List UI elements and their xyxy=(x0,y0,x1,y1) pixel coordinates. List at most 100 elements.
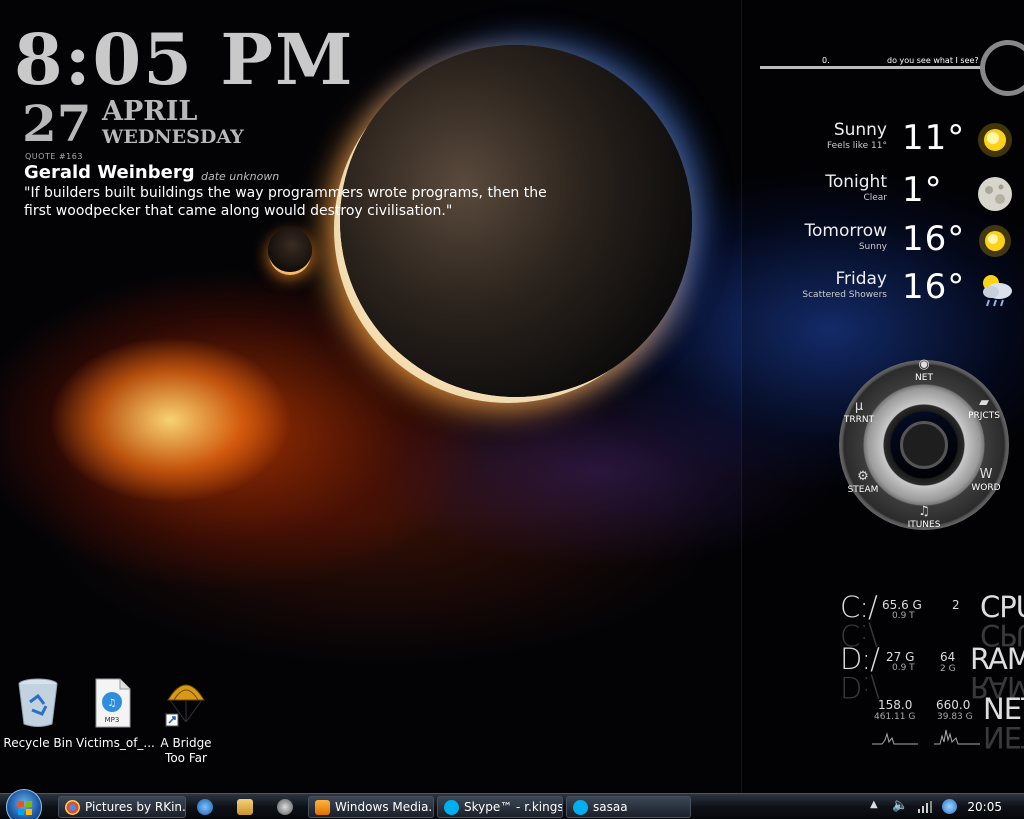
moon-icon xyxy=(978,177,1012,211)
d-drive-used: 27 G xyxy=(886,650,915,664)
windows-logo-icon xyxy=(18,801,32,815)
start-button[interactable] xyxy=(6,789,42,819)
visualizer-value: 0. xyxy=(822,56,830,65)
desktop-icon-label: A Bridge Too Far xyxy=(160,736,212,765)
launcher-word-button[interactable]: W WORD xyxy=(964,468,1008,494)
launcher-torrent-button[interactable]: µ TRRNT xyxy=(837,399,881,426)
launcher-torrent-label: TRRNT xyxy=(843,415,875,425)
weather-condition: Sunny xyxy=(833,120,887,140)
quote-text: "If builders built buildings the way pro… xyxy=(24,185,547,219)
visualizer-bar xyxy=(760,66,982,69)
mp3-file-icon: ♫ MP3 xyxy=(95,678,131,728)
explorer-quicklaunch-icon[interactable] xyxy=(237,799,253,815)
taskbar-button-label: Windows Media... xyxy=(335,800,434,814)
steam-icon: ⚙ xyxy=(857,469,869,484)
network-signal-icon[interactable] xyxy=(918,801,932,813)
svg-text:MP3: MP3 xyxy=(105,716,120,724)
weather-detail: Sunny xyxy=(858,242,887,252)
cpu-usage: 2 xyxy=(952,598,960,612)
clock-day: 27 xyxy=(22,94,92,153)
c-drive-used: 65.6 G xyxy=(882,598,922,612)
parachute-shortcut-icon xyxy=(165,684,205,727)
desktop-icon-recycle-bin[interactable]: Recycle Bin xyxy=(2,678,74,751)
weather-condition: Tomorrow xyxy=(804,221,887,241)
weather-temp: 11° xyxy=(902,118,966,158)
itunes-icon: ♫ xyxy=(918,504,930,519)
launcher-hub xyxy=(900,421,948,469)
show-hidden-icons-icon[interactable]: ▲ xyxy=(870,799,878,810)
system-tray: ▲ 🔈 20:05 xyxy=(862,794,1024,819)
desktop-icon-label: Victims_of_... xyxy=(76,736,155,750)
launcher-itunes-button[interactable]: ♫ ITUNES xyxy=(902,504,946,531)
visualizer-caption: do you see what I see? xyxy=(887,56,979,65)
taskbar-button-skype[interactable]: Skype™ - r.kings... xyxy=(437,796,563,818)
chrome-icon xyxy=(65,800,80,815)
weather-detail: Scattered Showers xyxy=(802,290,887,300)
taskbar-button-label: sasaa xyxy=(593,800,628,814)
weather-detail: Feels like 11° xyxy=(826,141,887,151)
quote-date: date unknown xyxy=(201,170,280,183)
launcher-steam-button[interactable]: ⚙ STEAM xyxy=(841,469,885,496)
launcher-itunes-label: ITUNES xyxy=(907,520,941,530)
taskbar: Pictures by RKin... Windows Media... Sky… xyxy=(0,789,1024,819)
globe-icon: ◉ xyxy=(918,357,930,372)
launcher-word-label: WORD xyxy=(971,483,1001,493)
net-download-graph xyxy=(872,732,918,745)
folder-icon: ▰ xyxy=(979,395,989,410)
desktop-icon-a-bridge-too-far[interactable]: A Bridge Too Far xyxy=(150,678,222,766)
showers-icon xyxy=(983,275,1012,307)
taskbar-button-chrome[interactable]: Pictures by RKin... xyxy=(58,796,186,818)
clock-time: 8:05 PM xyxy=(14,18,355,101)
sun-icon xyxy=(979,225,1011,257)
taskbar-button-skype-chat[interactable]: sasaa xyxy=(566,796,691,818)
weather-row-tonight: Tonight Clear 1° xyxy=(760,170,1020,216)
steam-quicklaunch-icon[interactable] xyxy=(277,799,293,815)
launcher-projects-label: PRJCTS xyxy=(968,411,1000,421)
clock-month: APRIL xyxy=(102,96,198,127)
weather-row-tomorrow: Tomorrow Sunny 16° xyxy=(760,219,1020,265)
net-upload-total: 39.83 G xyxy=(937,712,973,722)
desktop-icon-mp3-file[interactable]: ♫ MP3 Victims_of_... xyxy=(76,678,155,751)
weather-temp: 16° xyxy=(902,219,966,259)
volume-icon[interactable]: 🔈 xyxy=(892,798,908,813)
net-download-rate: 158.0 xyxy=(878,698,913,712)
svg-text:♫: ♫ xyxy=(108,698,117,709)
planet-graphic xyxy=(340,45,692,397)
moon-graphic xyxy=(268,228,312,272)
ram-total: 2 G xyxy=(940,664,956,674)
weather-condition: Friday xyxy=(835,269,887,289)
ram-usage: 64 xyxy=(940,650,956,664)
skype-icon xyxy=(444,800,459,815)
weather-detail: Clear xyxy=(863,193,887,203)
launcher-steam-label: STEAM xyxy=(847,485,879,495)
launcher-projects-button[interactable]: ▰ PRJCTS xyxy=(962,395,1006,422)
taskbar-clock[interactable]: 20:05 xyxy=(967,800,1002,814)
skype-icon xyxy=(573,800,588,815)
clock-weekday: WEDNESDAY xyxy=(102,126,244,148)
c-drive-total: 0.9 T xyxy=(892,611,915,621)
media-player-icon xyxy=(315,800,330,815)
quote-author: Gerald Weinberg xyxy=(24,162,195,183)
taskbar-button-windows-media[interactable]: Windows Media... xyxy=(308,796,434,818)
weather-condition: Tonight xyxy=(825,172,887,192)
launcher-net-label: NET xyxy=(915,373,933,383)
weather-temp: 1° xyxy=(902,170,943,210)
net-download-total: 461.11 G xyxy=(874,712,916,722)
weather-temp: 16° xyxy=(902,267,966,307)
net-upload-graph xyxy=(934,729,980,745)
utorrent-icon: µ xyxy=(854,399,864,414)
itunes-tray-icon[interactable] xyxy=(942,799,957,814)
d-drive-total: 0.9 T xyxy=(892,663,915,673)
net-label-reflection: NET xyxy=(983,720,1024,754)
desktop-icon-label: Recycle Bin xyxy=(3,736,73,750)
sun-icon xyxy=(978,123,1012,157)
recycle-bin-icon xyxy=(18,678,58,727)
net-upload-rate: 660.0 xyxy=(936,698,971,712)
itunes-quicklaunch-icon[interactable] xyxy=(197,799,213,815)
weather-row-friday: Friday Scattered Showers 16° xyxy=(760,267,1020,313)
weather-row-today: Sunny Feels like 11° 11° xyxy=(760,118,1020,164)
d-drive-label-reflection: D:/ xyxy=(840,670,879,704)
quote-number: QUOTE #163 xyxy=(25,152,83,161)
launcher-net-button[interactable]: ◉ NET xyxy=(902,357,946,384)
taskbar-button-label: Pictures by RKin... xyxy=(85,800,186,814)
